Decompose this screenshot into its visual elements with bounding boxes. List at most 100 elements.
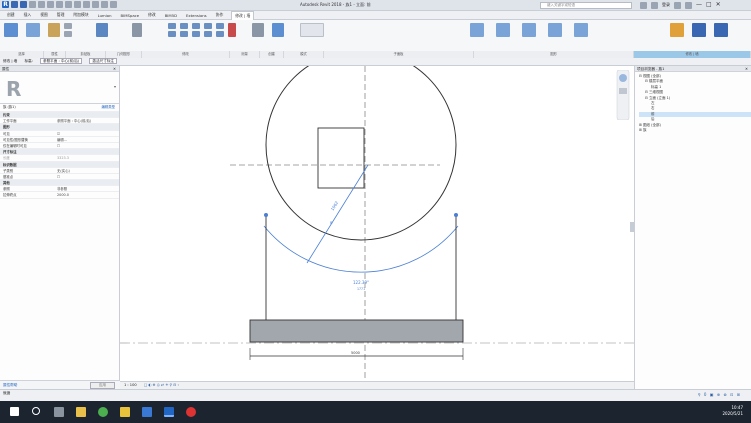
trim-icon[interactable]	[216, 23, 224, 29]
copy-icon[interactable]	[180, 31, 188, 37]
search-input[interactable]: 键入关键字或短语	[540, 2, 632, 9]
modify-tool-icon[interactable]	[4, 23, 18, 37]
rotate-icon[interactable]	[192, 31, 200, 37]
system-clock[interactable]: 10:47 2020/5/21	[722, 405, 743, 417]
tab-3[interactable]: 管理	[56, 12, 66, 18]
mirror-icon[interactable]	[192, 23, 200, 29]
3d-view-icon[interactable]	[83, 1, 90, 8]
split-icon[interactable]	[216, 31, 224, 37]
export-icon[interactable]	[714, 23, 728, 37]
join-icon[interactable]	[64, 31, 72, 37]
section-icon[interactable]	[92, 1, 99, 8]
property-value[interactable]: 3323.3	[55, 155, 119, 160]
tab-8[interactable]: BIM5D	[164, 13, 178, 18]
record-icon[interactable]	[186, 407, 196, 417]
revit-logo-icon[interactable]: R	[2, 1, 9, 8]
paste-icon[interactable]	[48, 23, 60, 37]
profile-square[interactable]	[317, 127, 365, 189]
tab-9[interactable]: Extensions	[185, 13, 208, 18]
save-icon[interactable]	[20, 1, 27, 8]
undo-icon[interactable]	[29, 1, 36, 8]
delete-icon[interactable]	[228, 23, 236, 37]
measure-tool-icon[interactable]	[252, 23, 264, 37]
bim-icon[interactable]	[692, 23, 706, 37]
detach-top-icon[interactable]	[522, 23, 536, 37]
view-scale[interactable]: 1 : 100	[124, 383, 137, 387]
extrusion-base[interactable]	[249, 319, 464, 343]
dimension-icon[interactable]	[65, 1, 72, 8]
tab-0[interactable]: 创建	[6, 12, 16, 18]
wall-opening-icon[interactable]	[574, 23, 588, 37]
wall-join-icon[interactable]	[132, 23, 142, 37]
zoom-icon[interactable]	[619, 88, 627, 94]
property-value[interactable]: 参照平面 : 中心(前/后)	[55, 118, 119, 123]
elevation-view[interactable]: 1062 R 122.39° 1771 5000	[120, 49, 634, 381]
view-control-icons[interactable]: □ ◐ ⊕ ◎ ⇄ ☀ ⚲ ⊟ ‹	[144, 383, 179, 387]
text-icon[interactable]	[74, 1, 81, 8]
angle-dimension-arc[interactable]	[263, 225, 459, 273]
browser-tree-item[interactable]: ⊞ 族	[639, 128, 751, 133]
edit-profile-icon[interactable]	[470, 23, 484, 37]
revit-taskbar-icon[interactable]	[164, 407, 174, 417]
search-icon[interactable]	[32, 407, 40, 415]
file-explorer-icon[interactable]	[76, 407, 86, 417]
tab-1[interactable]: 插入	[23, 12, 33, 18]
create-icon[interactable]	[272, 23, 284, 37]
star-icon[interactable]	[651, 1, 658, 9]
chevron-down-icon[interactable]: ▾	[114, 84, 116, 89]
tab-10[interactable]: 协作	[215, 12, 225, 18]
align-icon[interactable]	[168, 23, 176, 29]
geometry-icon[interactable]	[96, 23, 108, 37]
scale-icon[interactable]	[204, 31, 212, 37]
property-value[interactable]: 2000.0	[55, 192, 119, 197]
help-icon[interactable]	[685, 1, 692, 9]
type-selector[interactable]: R ▾	[0, 72, 119, 104]
tab-11[interactable]: 修改 | 墙	[231, 10, 255, 20]
status-icons[interactable]: ⚲ 0 ▣ ⊕ ⊗ ⊡ ⊞	[698, 392, 741, 398]
app-icon[interactable]	[120, 407, 130, 417]
windows-start-icon[interactable]	[10, 407, 19, 416]
tab-5[interactable]: Lumion	[97, 13, 113, 18]
reset-profile-icon[interactable]	[548, 23, 562, 37]
attach-top-icon[interactable]	[496, 23, 510, 37]
exchange-icon[interactable]	[674, 1, 681, 9]
left-grip-icon[interactable]	[264, 213, 268, 217]
drawing-canvas[interactable]: 1062 R 122.39° 1771 5000	[120, 49, 634, 381]
property-value[interactable]: ☐	[55, 174, 119, 179]
cut-icon[interactable]	[64, 23, 72, 29]
navigation-bar[interactable]	[616, 70, 630, 120]
minimize-button[interactable]: —	[696, 1, 702, 9]
radius-dimension-line[interactable]	[306, 164, 369, 264]
offset-icon[interactable]	[180, 23, 188, 29]
close-button[interactable]: ✕	[716, 1, 721, 9]
profile-circle[interactable]	[265, 49, 457, 241]
apply-button[interactable]: 应用	[89, 382, 115, 389]
open-icon[interactable]	[11, 1, 18, 8]
redo-icon[interactable]	[38, 1, 45, 8]
array-icon[interactable]	[204, 23, 212, 29]
help-search-icon[interactable]	[640, 1, 647, 9]
level-select[interactable]: 参照平面 : 中心(前/后)	[40, 58, 83, 64]
move-icon[interactable]	[168, 31, 176, 37]
tab-2[interactable]: 视图	[39, 12, 49, 18]
properties-icon[interactable]	[26, 23, 40, 37]
property-value[interactable]: ☐	[55, 143, 119, 148]
mode-icon[interactable]	[300, 23, 324, 37]
tab-6[interactable]: BIMSpace	[120, 13, 141, 18]
explorer-icon[interactable]	[142, 407, 152, 417]
lumion-icon[interactable]	[670, 23, 684, 37]
maximize-button[interactable]: □	[706, 1, 712, 9]
property-value[interactable]: 无(实心)	[55, 168, 119, 173]
tab-7[interactable]: 修改	[147, 12, 157, 18]
property-value[interactable]: 编辑...	[55, 137, 119, 142]
user-signin[interactable]: 登录	[662, 2, 670, 8]
chrome-icon[interactable]	[98, 407, 108, 417]
steering-wheel-icon[interactable]	[619, 74, 627, 82]
task-view-icon[interactable]	[54, 407, 64, 417]
close-hidden-icon[interactable]	[110, 1, 117, 8]
property-value[interactable]: ☑	[55, 131, 119, 136]
activate-dimensions-button[interactable]: 激活尺寸标注	[89, 58, 117, 64]
right-grip-icon[interactable]	[454, 213, 458, 217]
close-icon[interactable]: ✕	[745, 66, 748, 72]
properties-help-link[interactable]: 属性帮助	[3, 383, 17, 387]
